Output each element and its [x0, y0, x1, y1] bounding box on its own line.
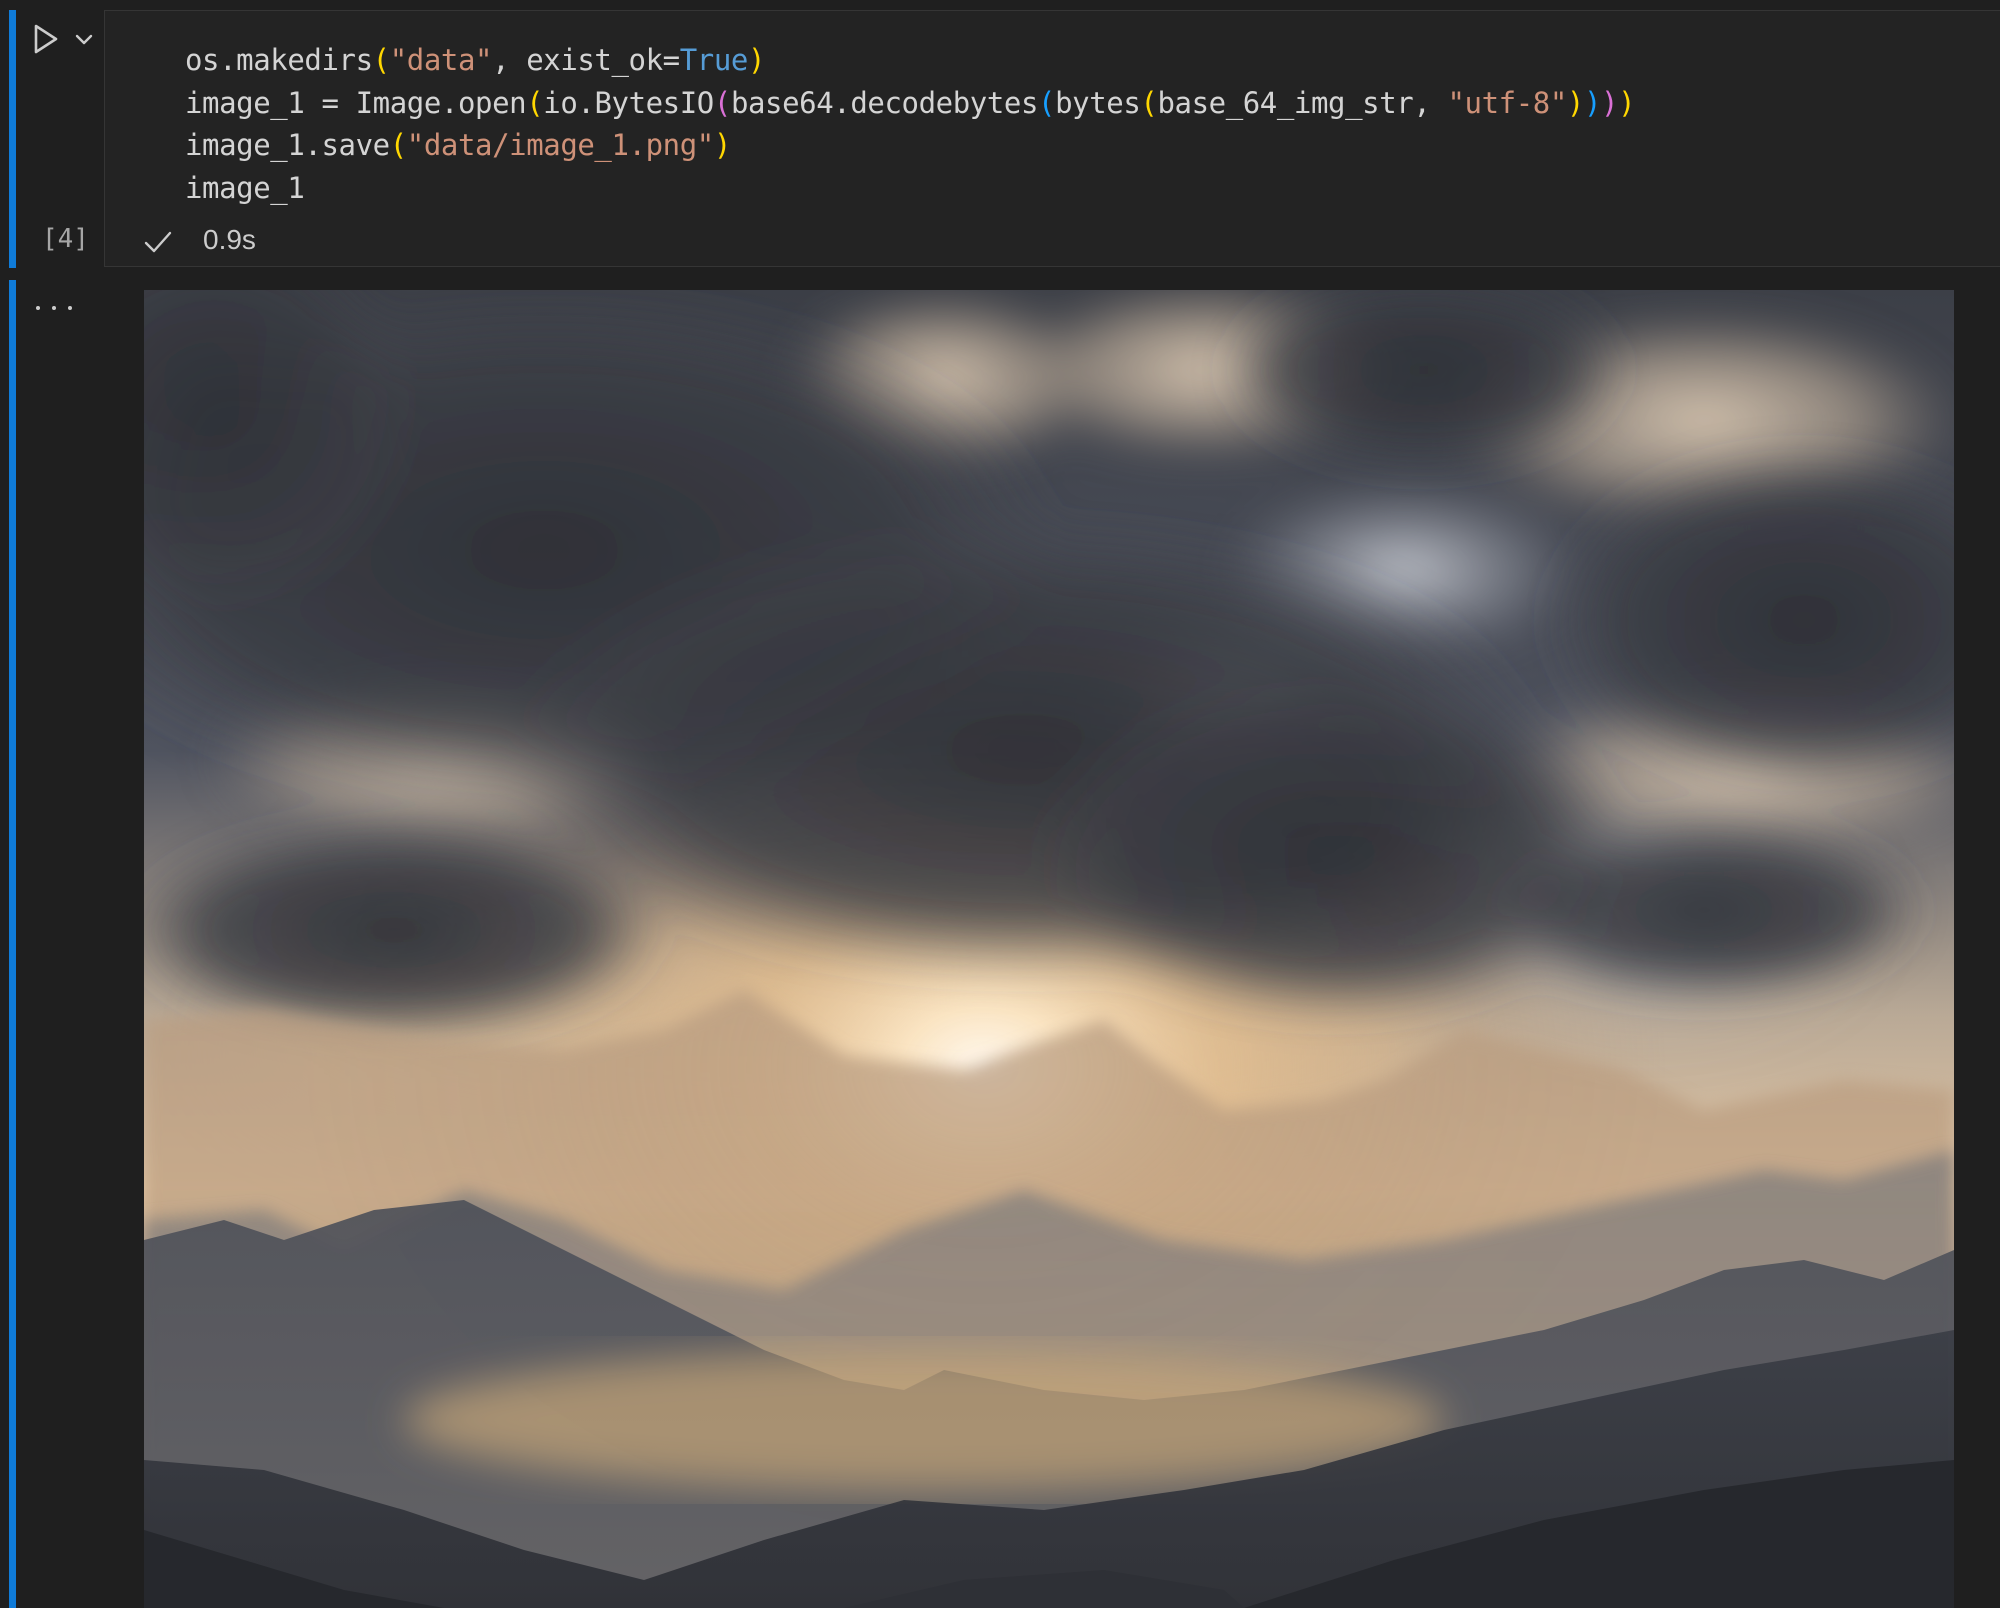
code-token: ) — [1583, 85, 1602, 120]
ellipsis-icon — [36, 306, 40, 310]
code-token: image_1 — [185, 170, 305, 205]
code-line[interactable]: os.makedirs("data", exist_ok=True) — [185, 39, 1635, 82]
code-token: os.makedirs — [185, 43, 373, 77]
ellipsis-icon — [68, 306, 72, 310]
code-token: ( — [1140, 85, 1158, 120]
code-token: "utf-8" — [1447, 85, 1567, 120]
run-cell-button[interactable] — [30, 22, 62, 56]
notebook: os.makedirs("data", exist_ok=True) image_… — [0, 0, 2000, 1608]
code-token: "data" — [389, 43, 493, 77]
output-menu-button[interactable] — [36, 296, 72, 320]
execution-duration: 0.9s — [203, 224, 256, 255]
code-token: ) — [747, 43, 766, 77]
code-token: ) — [1566, 85, 1584, 120]
run-options-dropdown[interactable] — [72, 28, 96, 50]
code-token: ( — [389, 128, 407, 162]
output-image — [144, 290, 1954, 1608]
output-focus-indicator[interactable] — [9, 280, 16, 1608]
code-token: ) — [1618, 85, 1636, 120]
code-token: ( — [713, 85, 731, 120]
code-token: base_64_img_str, — [1157, 85, 1448, 120]
code-line[interactable]: image_1 — [185, 167, 1635, 210]
ellipsis-icon — [52, 306, 56, 310]
code-content[interactable]: os.makedirs("data", exist_ok=True) image_… — [185, 39, 1636, 210]
code-token: ( — [372, 43, 390, 77]
code-token: , exist_ok= — [492, 43, 680, 77]
code-token: base64.decodebytes — [730, 85, 1039, 120]
play-icon — [34, 24, 58, 54]
landscape-photo — [144, 290, 1954, 1608]
code-token: "data/image_1.png" — [406, 128, 714, 162]
code-token: ( — [526, 85, 544, 120]
check-icon — [144, 231, 172, 253]
code-token: image_1.save — [185, 128, 390, 162]
chevron-down-icon — [75, 34, 93, 45]
code-token: bytes — [1055, 85, 1141, 120]
code-token: image_1 = Image.open — [185, 85, 527, 120]
code-token: ) — [713, 128, 731, 162]
code-token: ) — [1601, 85, 1619, 120]
code-token: io.BytesIO — [543, 85, 714, 120]
cell-focus-indicator[interactable] — [9, 10, 16, 268]
code-line[interactable]: image_1 = Image.open(io.BytesIO(base64.d… — [185, 82, 1636, 125]
code-token: ( — [1038, 85, 1056, 120]
execution-count: [4] — [42, 224, 89, 254]
code-token: True — [679, 43, 749, 77]
code-editor[interactable]: os.makedirs("data", exist_ok=True) image_… — [104, 10, 2000, 267]
code-line[interactable]: image_1.save("data/image_1.png") — [185, 124, 1635, 167]
